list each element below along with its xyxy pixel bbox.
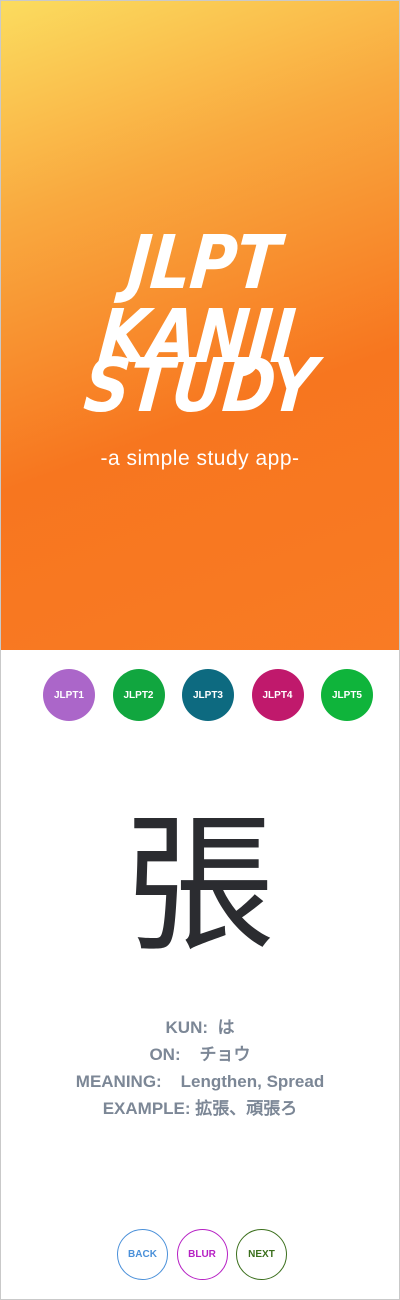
kun-value: は <box>217 1018 235 1037</box>
back-label: BACK <box>128 1249 157 1260</box>
level-label: JLPT3 <box>192 689 223 701</box>
hero-title-line2: STUDY <box>80 343 320 429</box>
example-value: 拡張、頑張ろ <box>195 1099 298 1118</box>
level-label: JLPT5 <box>331 689 362 701</box>
level-button-jlpt3[interactable]: JLPT3 <box>182 669 234 721</box>
app-page: JLPT KANJI STUDY -a simple study app- JL… <box>0 0 400 1300</box>
kanji-character: 張 <box>124 799 275 973</box>
kun-row: KUN: は <box>1 1014 399 1041</box>
kun-label: KUN: <box>165 1018 209 1037</box>
example-row: EXAMPLE: 拡張、頑張ろ <box>1 1095 399 1122</box>
example-label: EXAMPLE: <box>102 1099 191 1118</box>
next-label: NEXT <box>248 1249 275 1260</box>
level-button-jlpt2[interactable]: JLPT2 <box>112 669 165 721</box>
meaning-row: MEANING: Lengthen, Spread <box>1 1068 399 1095</box>
on-label: ON: <box>149 1045 181 1064</box>
kanji-info: KUN: は ON: チョウ MEANING: Lengthen, Spread… <box>1 1014 399 1122</box>
level-button-jlpt4[interactable]: JLPT4 <box>251 669 304 721</box>
card-controls: BACK BLUR NEXT <box>117 1229 287 1281</box>
hero-subtitle: -a simple study app- <box>100 447 300 470</box>
back-button[interactable]: BACK <box>117 1229 168 1280</box>
meaning-value: Lengthen, Spread <box>180 1072 325 1091</box>
meaning-label: MEANING: <box>75 1072 162 1091</box>
blur-button[interactable]: BLUR <box>176 1229 228 1280</box>
level-label: JLPT1 <box>53 689 84 701</box>
level-button-jlpt1[interactable]: JLPT1 <box>43 669 95 721</box>
level-selector: JLPT1 JLPT2 JLPT3 JLPT4 JLPT5 <box>43 669 373 721</box>
on-value: チョウ <box>199 1045 251 1064</box>
hero-banner: JLPT KANJI STUDY -a simple study app- <box>1 1 399 650</box>
next-button[interactable]: NEXT <box>236 1229 287 1280</box>
on-row: ON: チョウ <box>1 1041 399 1068</box>
level-button-jlpt5[interactable]: JLPT5 <box>321 669 373 721</box>
level-label: JLPT2 <box>123 689 154 701</box>
blur-label: BLUR <box>188 1249 216 1260</box>
level-label: JLPT4 <box>262 689 293 701</box>
